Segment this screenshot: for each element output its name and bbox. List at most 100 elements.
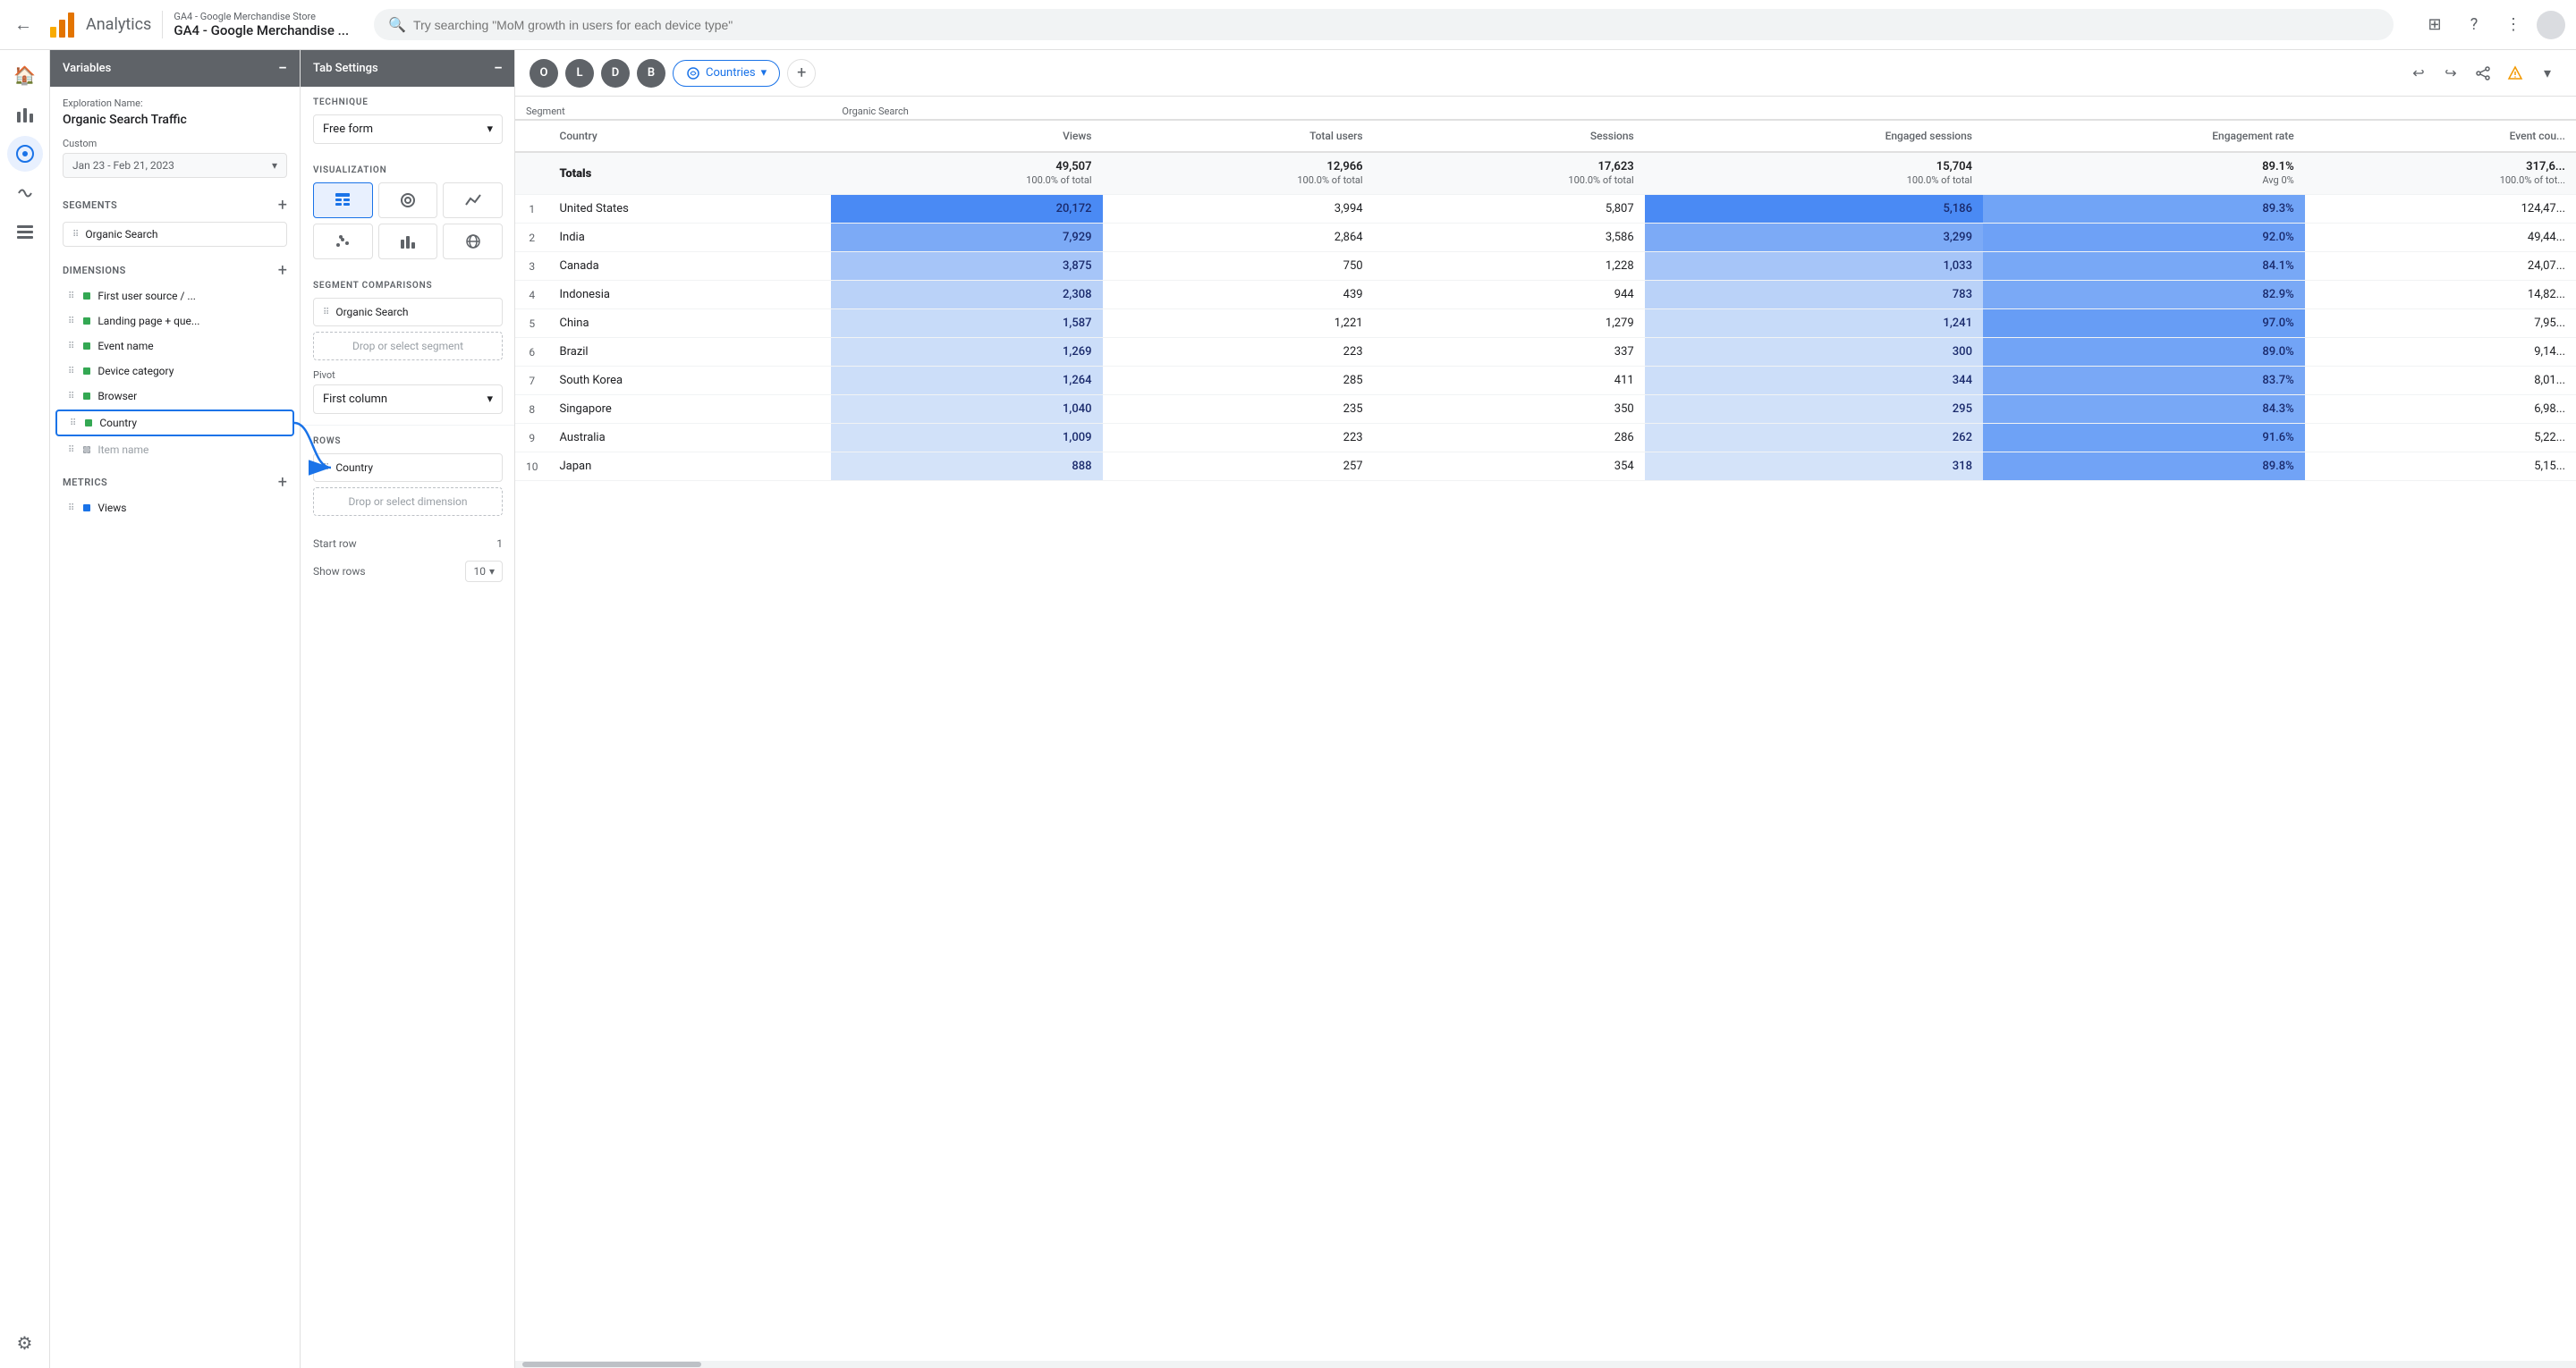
tab-countries[interactable]: Countries ▾	[673, 60, 780, 87]
dim-label: Browser	[97, 390, 137, 402]
dim-first-user-source[interactable]: ⠿ First user source / ...	[55, 284, 294, 308]
more-menu-button[interactable]: ⋮	[2497, 9, 2529, 41]
dim-event-name[interactable]: ⠿ Event name	[55, 334, 294, 358]
warning-button[interactable]	[2501, 59, 2529, 88]
row-rank: 7	[515, 367, 549, 395]
table-row[interactable]: 1 United States 20,172 3,994 5,807 5,186…	[515, 195, 2576, 224]
viz-geo-button[interactable]	[443, 224, 503, 259]
viz-donut-button[interactable]	[378, 182, 438, 218]
dim-label: Device category	[97, 365, 174, 377]
total-users-header[interactable]: Total users	[1103, 120, 1374, 152]
table-row[interactable]: 5 China 1,587 1,221 1,279 1,241 97.0% 7,…	[515, 309, 2576, 338]
totals-engaged: 15,704	[1656, 160, 1972, 173]
table-row[interactable]: 7 South Korea 1,264 285 411 344 83.7% 8,…	[515, 367, 2576, 395]
dim-color-indicator	[83, 446, 90, 453]
show-rows-dropdown[interactable]: 10 ▾	[465, 561, 503, 582]
tab-circle-d[interactable]: D	[601, 59, 630, 88]
table-row[interactable]: 4 Indonesia 2,308 439 944 783 82.9% 14,8…	[515, 281, 2576, 309]
nav-explore[interactable]	[7, 136, 43, 172]
date-range-picker[interactable]: Jan 23 - Feb 21, 2023 ▾	[63, 153, 287, 178]
event-count-header[interactable]: Event cou...	[2305, 120, 2576, 152]
nav-advertising[interactable]	[7, 175, 43, 211]
tab-settings-minimize-icon[interactable]: −	[494, 59, 503, 78]
table-row[interactable]: 3 Canada 3,875 750 1,228 1,033 84.1% 24,…	[515, 252, 2576, 281]
variables-minimize-icon[interactable]: −	[278, 59, 287, 78]
icon-nav: 🏠 ⚙	[0, 50, 50, 1368]
viz-table-button[interactable]	[313, 182, 373, 218]
metric-color-indicator	[83, 504, 90, 511]
pivot-dropdown[interactable]: First column ▾	[313, 384, 503, 414]
add-metric-button[interactable]: +	[278, 473, 287, 492]
row-engagement-rate: 83.7%	[1983, 367, 2305, 395]
table-row[interactable]: 6 Brazil 1,269 223 337 300 89.0% 9,14...	[515, 338, 2576, 367]
rows-section: ROWS ⠿ Country Drop or select dimension	[301, 425, 515, 532]
table-row[interactable]: 9 Australia 1,009 223 286 262 91.6% 5,22…	[515, 424, 2576, 452]
nav-library[interactable]	[7, 215, 43, 250]
dim-drag-handle: ⠿	[68, 392, 74, 401]
nav-settings[interactable]: ⚙	[7, 1325, 43, 1361]
row-engagement-rate: 97.0%	[1983, 309, 2305, 338]
row-views: 7,929	[831, 224, 1102, 252]
share-button[interactable]	[2469, 59, 2497, 88]
country-header[interactable]: Country	[549, 120, 832, 152]
table-row[interactable]: 10 Japan 888 257 354 318 89.8% 5,15...	[515, 452, 2576, 481]
table-row[interactable]: 2 India 7,929 2,864 3,586 3,299 92.0% 49…	[515, 224, 2576, 252]
logo-area: Analytics	[47, 9, 151, 41]
metric-views[interactable]: ⠿ Views	[55, 496, 294, 519]
segment-chip-organic[interactable]: ⠿ Organic Search	[63, 222, 287, 247]
technique-section: TECHNIQUE Free form ▾	[301, 87, 515, 155]
drop-dimension-zone[interactable]: Drop or select dimension	[313, 487, 503, 516]
add-tab-button[interactable]: +	[787, 59, 816, 88]
add-segment-button[interactable]: +	[278, 196, 287, 215]
redo-button[interactable]: ↪	[2436, 59, 2465, 88]
tab-circle-o[interactable]: O	[530, 59, 558, 88]
tab-settings-panel: Tab Settings − TECHNIQUE Free form ▾ VIS…	[301, 50, 515, 1368]
add-dimension-button[interactable]: +	[278, 261, 287, 280]
data-area: O L D B Countries ▾ + ↩ ↪ ▾	[515, 50, 2576, 1368]
viz-scatter-button[interactable]	[313, 224, 373, 259]
tab-circle-b[interactable]: B	[637, 59, 665, 88]
search-bar[interactable]: 🔍	[374, 9, 2394, 40]
dim-device-category[interactable]: ⠿ Device category	[55, 359, 294, 383]
row-rank: 9	[515, 424, 549, 452]
search-input[interactable]	[413, 18, 2379, 32]
grid-icon-button[interactable]: ⊞	[2419, 9, 2451, 41]
undo-button[interactable]: ↩	[2404, 59, 2433, 88]
warning-dropdown-button[interactable]: ▾	[2533, 59, 2562, 88]
row-engaged: 3,299	[1645, 224, 1983, 252]
horizontal-scrollbar[interactable]	[515, 1361, 2576, 1368]
sessions-header[interactable]: Sessions	[1374, 120, 1645, 152]
user-avatar[interactable]	[2537, 11, 2565, 39]
row-views: 1,040	[831, 395, 1102, 424]
technique-dropdown[interactable]: Free form ▾	[313, 114, 503, 144]
title-main: GA4 - Google Merchandise ...	[174, 22, 349, 38]
scrollbar-thumb[interactable]	[522, 1362, 701, 1367]
views-header[interactable]: Views	[831, 120, 1102, 152]
dim-item-name[interactable]: ⠿ Item name	[55, 438, 294, 461]
dim-browser[interactable]: ⠿ Browser	[55, 384, 294, 408]
tab-circle-l[interactable]: L	[565, 59, 594, 88]
engaged-sessions-header[interactable]: Engaged sessions	[1645, 120, 1983, 152]
row-rank: 10	[515, 452, 549, 481]
drop-segment-zone[interactable]: Drop or select segment	[313, 332, 503, 360]
analytics-logo-icon	[47, 9, 79, 41]
row-sessions: 1,279	[1374, 309, 1645, 338]
segment-comp-organic[interactable]: ⠿ Organic Search	[313, 298, 503, 326]
viz-bar-button[interactable]	[378, 224, 438, 259]
row-country: Japan	[549, 452, 832, 481]
nav-reports[interactable]	[7, 97, 43, 132]
row-total-users: 2,864	[1103, 224, 1374, 252]
dim-landing-page[interactable]: ⠿ Landing page + que...	[55, 309, 294, 333]
dim-country[interactable]: ⠿ Country	[55, 410, 294, 436]
back-button[interactable]: ←	[11, 10, 36, 39]
segment-drag-handle: ⠿	[72, 230, 80, 240]
help-button[interactable]: ?	[2458, 9, 2490, 41]
engagement-rate-header[interactable]: Engagement rate	[1983, 120, 2305, 152]
row-country-chip[interactable]: ⠿ Country	[313, 453, 503, 482]
row-event-count: 5,15...	[2305, 452, 2576, 481]
viz-line-button[interactable]	[443, 182, 503, 218]
table-row[interactable]: 8 Singapore 1,040 235 350 295 84.3% 6,98…	[515, 395, 2576, 424]
top-right-actions: ⊞ ? ⋮	[2419, 9, 2565, 41]
row-sessions: 354	[1374, 452, 1645, 481]
nav-home[interactable]: 🏠	[7, 57, 43, 93]
